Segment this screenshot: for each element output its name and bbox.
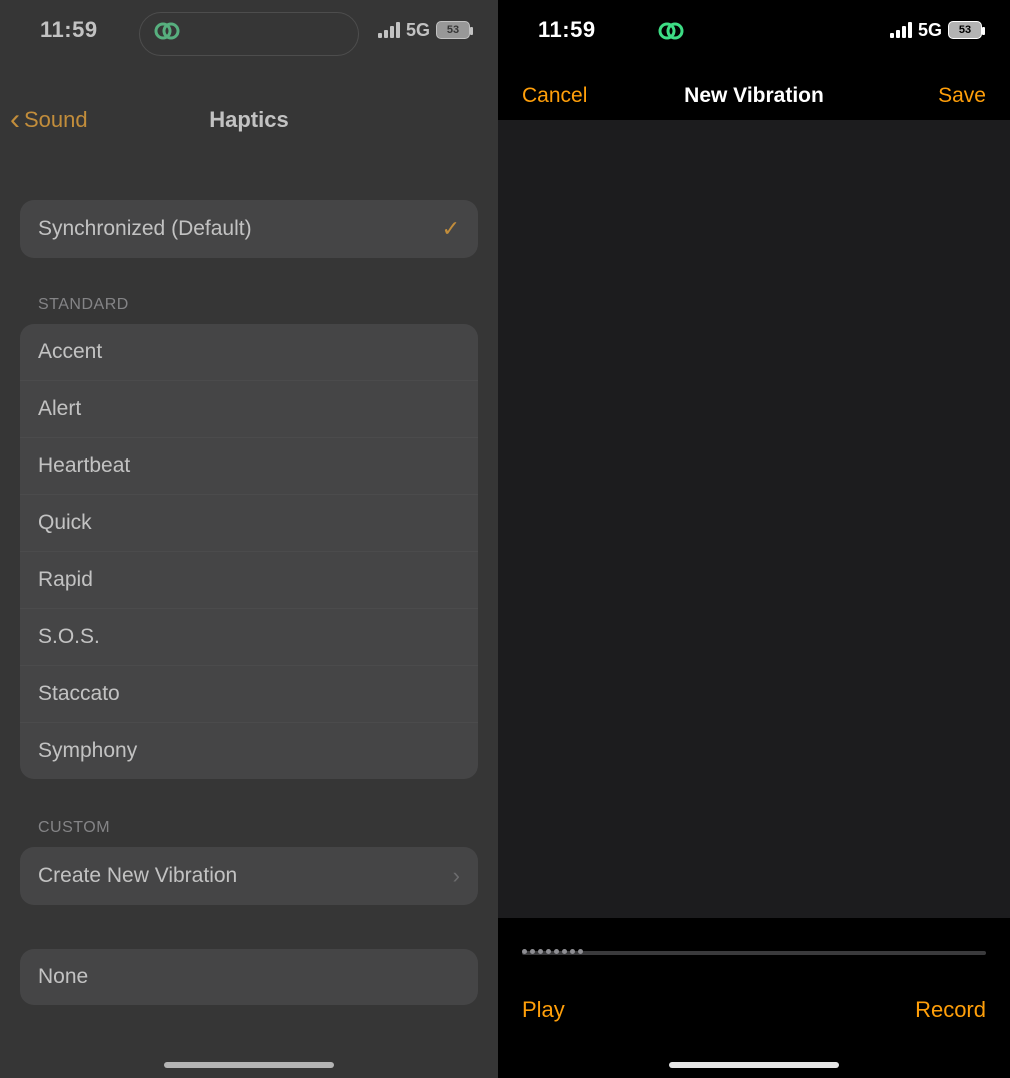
row-label: None <box>38 965 88 989</box>
row-label: Create New Vibration <box>38 864 237 888</box>
status-time: 11:59 <box>538 17 596 43</box>
row-label: Heartbeat <box>38 454 130 478</box>
activity-icon <box>152 19 182 49</box>
checkmark-icon: ✓ <box>442 216 460 242</box>
default-group: Synchronized (Default) ✓ <box>20 200 478 258</box>
home-indicator[interactable] <box>164 1062 334 1068</box>
status-right: 5G 53 <box>378 20 470 41</box>
screen-content: 11:59 5G 53 Cancel New Vibration Save <box>498 0 1010 1078</box>
status-bar: 11:59 5G 53 <box>0 0 498 60</box>
row-label: Synchronized (Default) <box>38 217 252 241</box>
custom-group: Create New Vibration › <box>20 847 478 905</box>
row-label: Quick <box>38 511 92 535</box>
row-label: Accent <box>38 340 102 364</box>
new-vibration-screen: 11:59 5G 53 Cancel New Vibration Save <box>498 0 1010 1078</box>
haptics-settings-screen: 11:59 5G 53 ‹ Sound Haptics <box>0 0 498 1078</box>
status-right: 5G 53 <box>890 20 982 41</box>
haptic-option-staccato[interactable]: Staccato <box>20 665 478 722</box>
create-new-vibration[interactable]: Create New Vibration › <box>20 847 478 905</box>
vibration-canvas[interactable] <box>498 120 1010 918</box>
section-header-custom: CUSTOM <box>20 819 478 847</box>
haptic-option-sos[interactable]: S.O.S. <box>20 608 478 665</box>
status-bar: 11:59 5G 53 <box>498 0 1010 60</box>
haptic-option-symphony[interactable]: Symphony <box>20 722 478 779</box>
row-label: Alert <box>38 397 81 421</box>
row-label: Symphony <box>38 739 137 763</box>
record-button[interactable]: Record <box>915 997 986 1023</box>
row-label: Staccato <box>38 682 120 706</box>
none-group: None <box>20 949 478 1005</box>
haptic-option-accent[interactable]: Accent <box>20 324 478 380</box>
vibration-timeline[interactable] <box>522 948 986 958</box>
haptic-option-quick[interactable]: Quick <box>20 494 478 551</box>
battery-icon: 53 <box>948 21 982 39</box>
timeline-dots <box>522 949 583 954</box>
haptic-option-synchronized[interactable]: Synchronized (Default) ✓ <box>20 200 478 258</box>
status-time: 11:59 <box>40 17 98 43</box>
battery-icon: 53 <box>436 21 470 39</box>
activity-icon <box>656 19 686 49</box>
bottom-actions: Play Record <box>522 997 986 1023</box>
section-header-standard: STANDARD <box>20 296 478 324</box>
haptic-option-alert[interactable]: Alert <box>20 380 478 437</box>
play-button[interactable]: Play <box>522 997 565 1023</box>
settings-scroll[interactable]: Synchronized (Default) ✓ STANDARD Accent… <box>0 170 498 1078</box>
nav-bar: ‹ Sound Haptics <box>0 90 498 150</box>
page-title: Haptics <box>0 107 498 133</box>
modal-nav: Cancel New Vibration Save <box>498 74 1010 118</box>
modal-title: New Vibration <box>498 84 1010 108</box>
standard-group: Accent Alert Heartbeat Quick Rapid S.O.S… <box>20 324 478 779</box>
timeline-track <box>522 951 986 955</box>
home-indicator[interactable] <box>669 1062 839 1068</box>
signal-icon <box>890 22 912 38</box>
haptic-option-rapid[interactable]: Rapid <box>20 551 478 608</box>
row-label: Rapid <box>38 568 93 592</box>
network-label: 5G <box>406 20 430 41</box>
network-label: 5G <box>918 20 942 41</box>
signal-icon <box>378 22 400 38</box>
dynamic-island <box>644 12 864 56</box>
dynamic-island <box>139 12 359 56</box>
haptic-option-none[interactable]: None <box>20 949 478 1005</box>
screen-content: 11:59 5G 53 ‹ Sound Haptics <box>0 0 498 1078</box>
row-label: S.O.S. <box>38 625 100 649</box>
haptic-option-heartbeat[interactable]: Heartbeat <box>20 437 478 494</box>
chevron-right-icon: › <box>453 863 460 889</box>
